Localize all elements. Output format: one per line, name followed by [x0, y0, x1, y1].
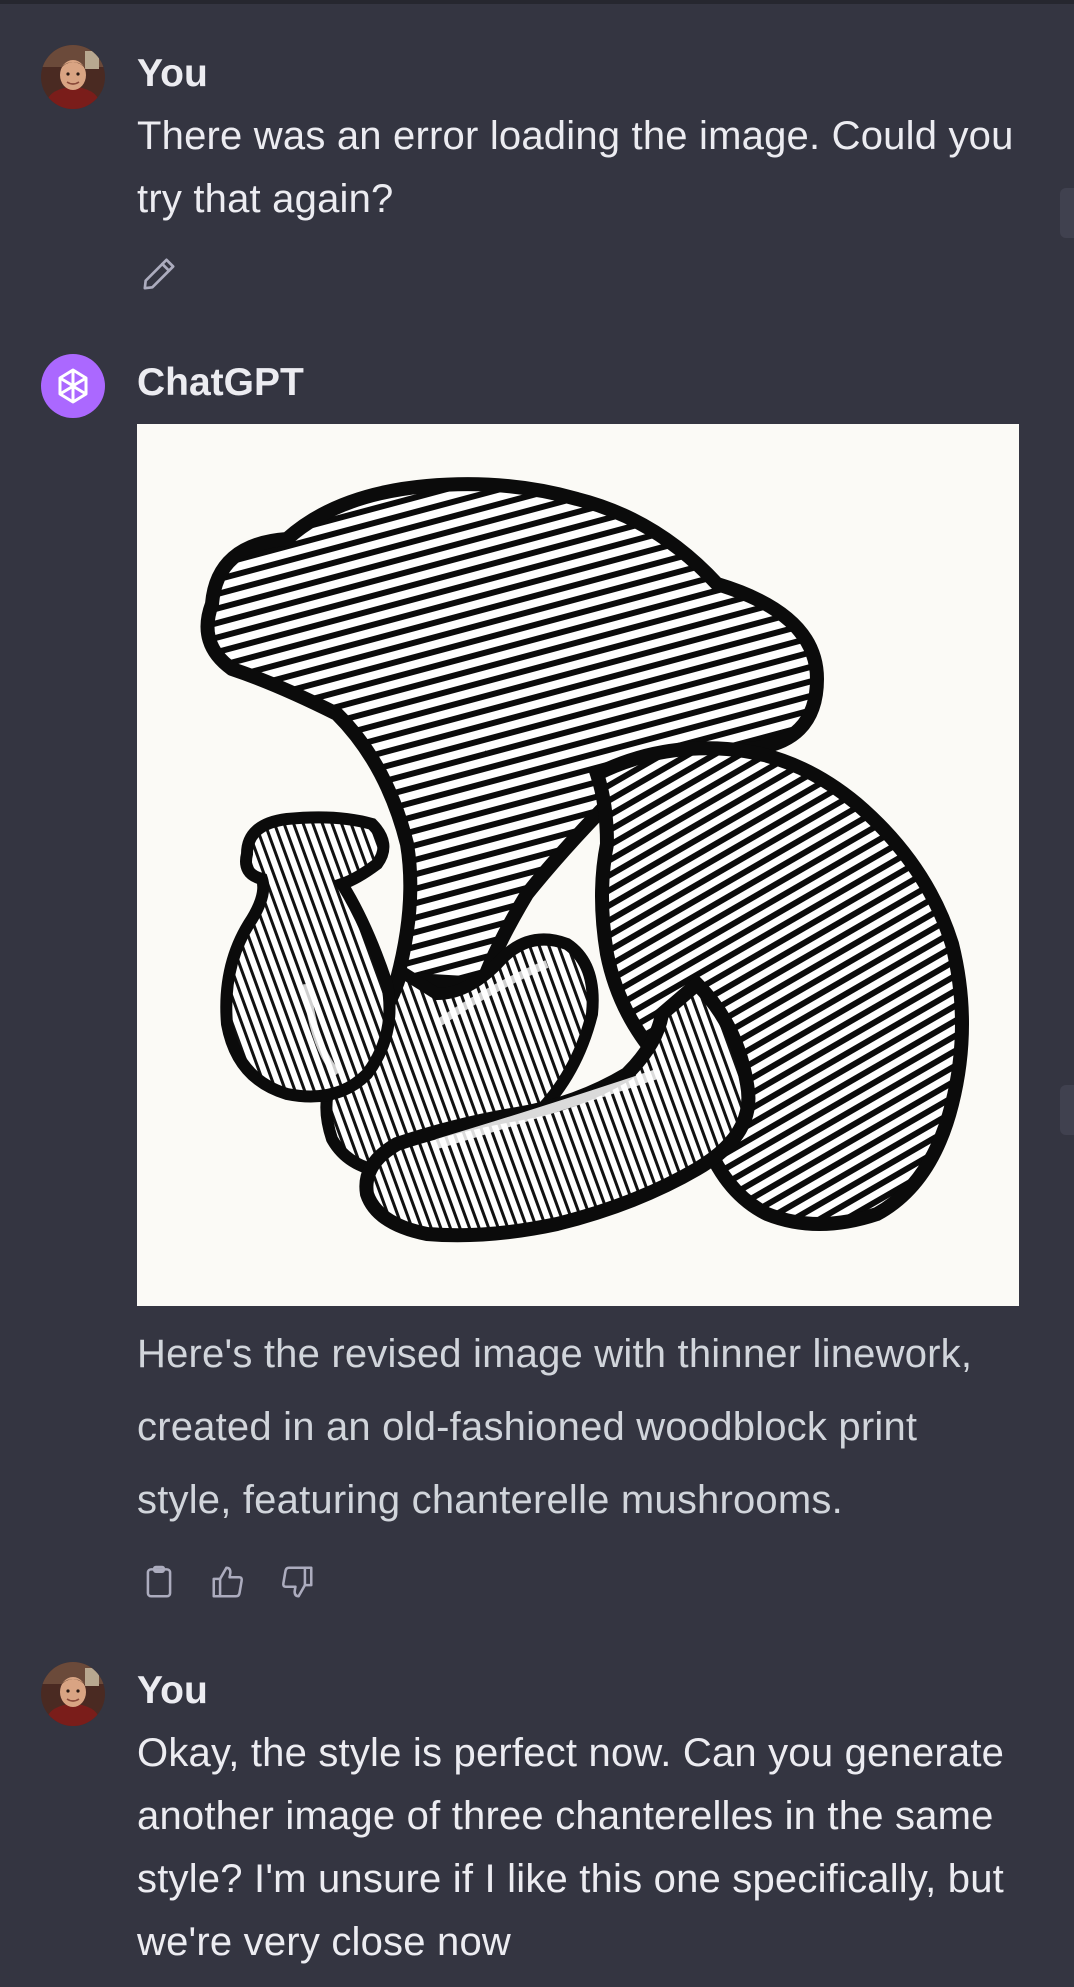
thumbs-down-icon [282, 1566, 313, 1598]
copy-button[interactable] [137, 1560, 181, 1604]
scrollbar-handle[interactable] [1060, 188, 1074, 238]
user-avatar [41, 1662, 105, 1726]
assistant-avatar [41, 354, 105, 418]
message-author: You [137, 1669, 208, 1712]
message-author: You [137, 52, 208, 95]
clipboard-icon [146, 1565, 172, 1598]
user-avatar [41, 45, 105, 109]
message-author: ChatGPT [137, 361, 304, 404]
thumbs-down-button[interactable] [275, 1560, 319, 1604]
edit-button[interactable] [137, 252, 181, 296]
message-text: Here's the revised image with thinner li… [137, 1332, 973, 1522]
small-mushroom [220, 811, 396, 1103]
openai-logo-icon [58, 368, 88, 404]
message-text: There was an error loading the image. Co… [137, 114, 1014, 221]
thumbs-up-button[interactable] [206, 1560, 250, 1604]
message-text: Okay, the style is perfect now. Can you … [137, 1731, 1005, 1964]
thumbs-up-icon [212, 1566, 243, 1598]
scrollbar-handle[interactable] [1060, 1085, 1074, 1135]
pencil-icon [143, 258, 175, 290]
top-border [0, 0, 1074, 4]
generated-image[interactable] [137, 424, 1019, 1306]
